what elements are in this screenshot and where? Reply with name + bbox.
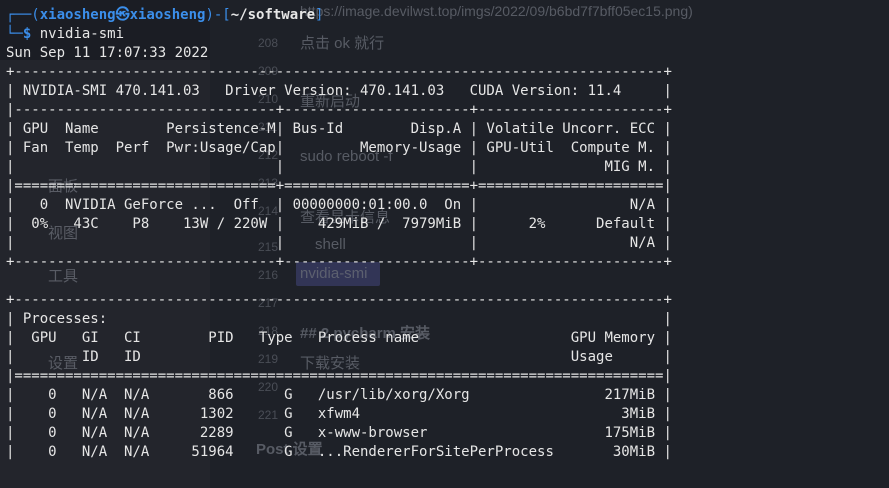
output-line: | 0% 43C P8 13W / 220W | 429MiB / 7979Mi…: [6, 216, 672, 232]
output-line: | NVIDIA-SMI 470.141.03 Driver Version: …: [6, 83, 672, 99]
output-line: |=======================================…: [6, 368, 672, 384]
output-line: | GPU GI CI PID Type Process name GPU Me…: [6, 330, 672, 346]
prompt-user: xiaosheng: [39, 7, 116, 23]
prompt-cwd: ~/software: [230, 7, 316, 23]
output-line: | | | N/A |: [6, 235, 672, 251]
output-line: +---------------------------------------…: [6, 64, 672, 80]
output-line: | 0 N/A N/A 866 G /usr/lib/xorg/Xorg 217…: [6, 387, 672, 403]
prompt-at-icon: ㉿: [115, 7, 130, 23]
command-line[interactable]: └─$ nvidia-smi: [6, 25, 124, 44]
prompt-host: xiaosheng: [129, 7, 206, 23]
output-line: | Processes: |: [6, 311, 672, 327]
output-line: | 0 N/A N/A 51964 G ...RendererForSitePe…: [6, 444, 672, 460]
prompt-symbol: $: [22, 26, 32, 42]
output-line: +---------------------------------------…: [6, 292, 672, 308]
output-line: | Fan Temp Perf Pwr:Usage/Cap| Memory-Us…: [6, 140, 672, 156]
terminal-window[interactable]: ┌──(xiaosheng㉿xiaosheng)-[~/software] └─…: [0, 0, 889, 488]
output-line: | 0 N/A N/A 2289 G x-www-browser 175MiB …: [6, 425, 672, 441]
output-line: | | | MIG M. |: [6, 159, 672, 175]
output-line: |-------------------------------+-------…: [6, 102, 672, 118]
output-line: | GPU Name Persistence-M| Bus-Id Disp.A …: [6, 121, 672, 137]
output-line: +-------------------------------+-------…: [6, 254, 672, 270]
output-line: |===============================+=======…: [6, 178, 672, 194]
command-text: nvidia-smi: [39, 26, 125, 42]
output-line: | 0 N/A N/A 1302 G xfwm4 3MiB |: [6, 406, 672, 422]
timestamp-line: Sun Sep 11 17:07:33 2022: [6, 45, 209, 61]
prompt-line: ┌──(xiaosheng㉿xiaosheng)-[~/software]: [6, 7, 324, 23]
output-line: | ID ID Usage |: [6, 349, 672, 365]
output-line: | 0 NVIDIA GeForce ... Off | 00000000:01…: [6, 197, 672, 213]
